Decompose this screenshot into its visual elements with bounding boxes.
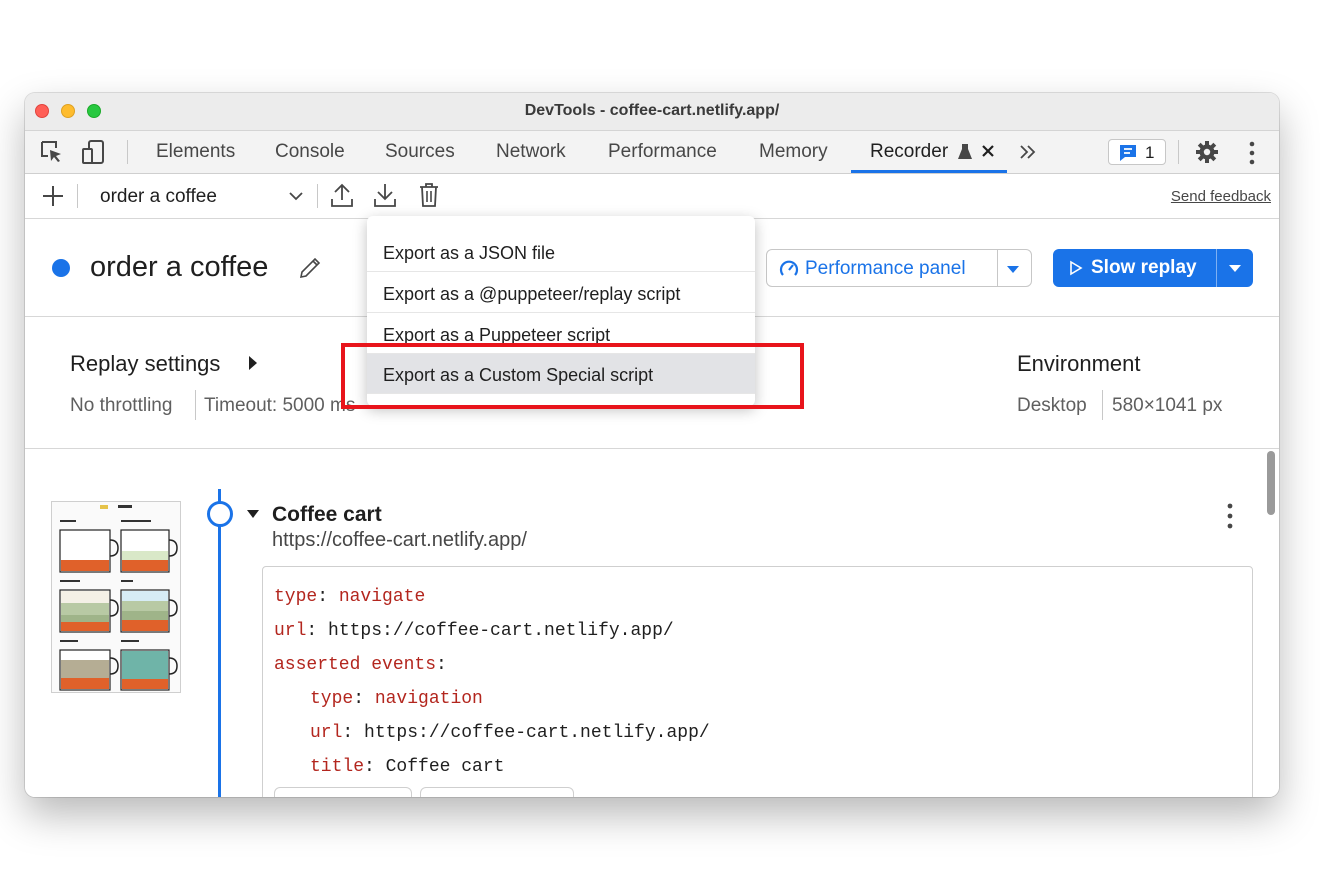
code-value[interactable]: https://coffee-cart.netlify.app/ bbox=[328, 621, 674, 641]
export-download-icon[interactable] bbox=[373, 182, 397, 208]
settings-gear-icon[interactable] bbox=[1195, 140, 1219, 164]
export-puppeteer-replay-option[interactable]: Export as a @puppeteer/replay script bbox=[367, 273, 755, 313]
step-title[interactable]: Coffee cart bbox=[272, 503, 382, 527]
more-options-kebab-icon[interactable] bbox=[1247, 140, 1257, 166]
edit-title-pencil-icon[interactable] bbox=[298, 256, 322, 280]
performance-panel-label: Performance panel bbox=[805, 258, 966, 279]
recording-select[interactable]: order a coffee bbox=[100, 186, 217, 208]
code-key: type bbox=[274, 587, 318, 607]
speedometer-icon bbox=[779, 260, 799, 276]
tab-network[interactable]: Network bbox=[496, 141, 566, 163]
add-assertion-button[interactable] bbox=[274, 787, 412, 797]
info-separator bbox=[195, 390, 196, 420]
code-key: type bbox=[310, 689, 354, 709]
issues-badge[interactable]: 1 bbox=[1108, 139, 1166, 165]
menu-item-label: Export as a @puppeteer/replay script bbox=[383, 284, 681, 304]
code-line-url: url: https://coffee-cart.netlify.app/ bbox=[274, 621, 674, 641]
code-line-asserted-events: asserted events: bbox=[274, 655, 447, 675]
title-bar: DevTools - coffee-cart.netlify.app/ bbox=[25, 93, 1279, 131]
code-key: title bbox=[310, 757, 365, 777]
message-icon bbox=[1120, 145, 1136, 161]
tab-recorder[interactable]: Recorder bbox=[870, 141, 948, 163]
code-value[interactable]: navigate bbox=[339, 587, 425, 607]
environment-size: 580×1041 px bbox=[1112, 395, 1223, 416]
environment-title: Environment bbox=[1017, 351, 1141, 376]
tab-separator bbox=[127, 140, 128, 164]
export-json-option[interactable]: Export as a JSON file bbox=[367, 232, 755, 272]
menu-item-label: Export as a JSON file bbox=[383, 243, 556, 263]
code-value[interactable]: navigation bbox=[375, 689, 483, 709]
throttling-value: No throttling bbox=[70, 395, 173, 416]
code-line-event-type: type: navigation bbox=[310, 689, 483, 709]
close-tab-icon[interactable] bbox=[981, 144, 995, 158]
code-line-type: type: navigate bbox=[274, 587, 426, 607]
add-property-button[interactable] bbox=[420, 787, 574, 797]
coffee-menu-preview bbox=[52, 502, 180, 692]
timeout-value: Timeout: 5000 ms bbox=[204, 395, 356, 416]
play-icon bbox=[1070, 260, 1083, 276]
button-split-divider bbox=[1216, 249, 1217, 287]
step-url: https://coffee-cart.netlify.app/ bbox=[272, 529, 527, 551]
step-actions-kebab-icon[interactable] bbox=[1225, 501, 1235, 531]
add-recording-icon[interactable] bbox=[41, 184, 65, 208]
scrollbar-thumb[interactable] bbox=[1267, 451, 1275, 515]
replay-settings-title[interactable]: Replay settings bbox=[70, 351, 220, 377]
issues-count: 1 bbox=[1145, 143, 1155, 162]
button-split-divider bbox=[997, 250, 998, 286]
code-key: asserted events bbox=[274, 655, 437, 675]
experiment-flask-icon bbox=[958, 144, 972, 159]
tab-memory[interactable]: Memory bbox=[759, 141, 828, 163]
window-title: DevTools - coffee-cart.netlify.app/ bbox=[524, 102, 780, 119]
code-line-event-url: url: https://coffee-cart.netlify.app/ bbox=[310, 723, 710, 743]
code-key: url bbox=[274, 621, 307, 641]
annotation-highlight-box bbox=[341, 343, 804, 409]
delete-trash-icon[interactable] bbox=[418, 182, 440, 208]
tab-console[interactable]: Console bbox=[275, 141, 345, 163]
toolbar-separator bbox=[77, 184, 78, 208]
recorder-toolbar: order a coffee Send feedback bbox=[25, 174, 1279, 219]
toolbar-separator bbox=[1178, 140, 1179, 164]
expand-triangle-icon[interactable] bbox=[248, 355, 258, 371]
tab-elements[interactable]: Elements bbox=[156, 141, 235, 163]
send-feedback-link[interactable]: Send feedback bbox=[1171, 188, 1271, 205]
performance-panel-button[interactable]: Performance panel bbox=[766, 249, 1032, 287]
toolbar-separator bbox=[317, 184, 318, 208]
tab-performance[interactable]: Performance bbox=[608, 141, 717, 163]
devtools-window: DevTools - coffee-cart.netlify.app/ Elem… bbox=[25, 93, 1279, 797]
code-value[interactable]: https://coffee-cart.netlify.app/ bbox=[364, 723, 710, 743]
inspect-element-icon[interactable] bbox=[39, 139, 65, 165]
collapse-step-triangle-icon[interactable] bbox=[246, 509, 260, 519]
code-value[interactable]: Coffee cart bbox=[386, 757, 505, 777]
step-timeline-marker bbox=[207, 501, 233, 527]
step-code-editor[interactable]: type: navigate url: https://coffee-cart.… bbox=[262, 566, 1253, 797]
code-line-event-title: title: Coffee cart bbox=[310, 757, 505, 777]
recording-title: order a coffee bbox=[90, 251, 269, 283]
caret-down-icon[interactable] bbox=[1228, 263, 1242, 273]
info-separator bbox=[1102, 390, 1103, 420]
import-upload-icon[interactable] bbox=[330, 182, 354, 208]
device-toolbar-icon[interactable] bbox=[81, 139, 107, 165]
devtools-tab-bar: Elements Console Sources Network Perform… bbox=[25, 131, 1279, 174]
environment-device: Desktop bbox=[1017, 395, 1087, 416]
steps-section: Coffee cart https://coffee-cart.netlify.… bbox=[25, 449, 1279, 797]
tab-sources[interactable]: Sources bbox=[385, 141, 455, 163]
page-screenshot-thumbnail bbox=[51, 501, 181, 693]
more-tabs-chevron-icon[interactable] bbox=[1019, 144, 1037, 160]
code-key: url bbox=[310, 723, 343, 743]
caret-down-icon[interactable] bbox=[1006, 264, 1020, 274]
active-tab-indicator bbox=[851, 170, 1007, 173]
slow-replay-label: Slow replay bbox=[1091, 257, 1197, 278]
recording-status-dot bbox=[52, 259, 70, 277]
chevron-down-icon[interactable] bbox=[288, 190, 304, 202]
slow-replay-button[interactable]: Slow replay bbox=[1053, 249, 1253, 287]
timeline-line bbox=[218, 489, 221, 797]
